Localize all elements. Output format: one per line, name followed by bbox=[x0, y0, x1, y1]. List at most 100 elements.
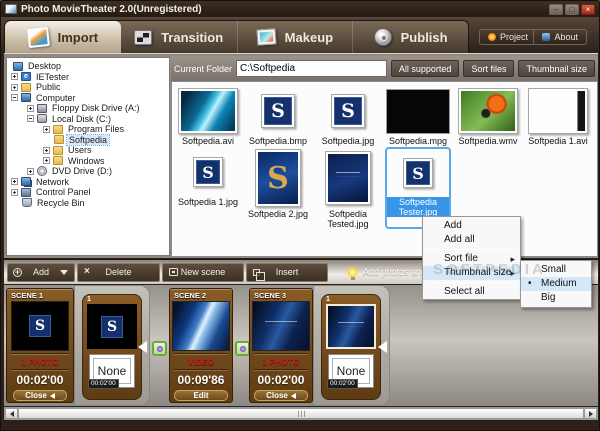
collapse-arrow-icon[interactable] bbox=[378, 341, 387, 353]
file-tile[interactable]: Softpedia.mpg bbox=[383, 86, 453, 146]
tab-publish-label: Publish bbox=[401, 30, 448, 45]
dropdown-arrow-icon[interactable] bbox=[60, 270, 68, 275]
collapse-triangle-icon bbox=[50, 393, 55, 399]
scene3-panel[interactable]: SCENE 3 1 PHOTO 00:02'00 Close bbox=[249, 288, 313, 403]
expander-plus-icon[interactable] bbox=[43, 126, 50, 133]
content-area: Desktop e IETester Public Computer Flopp… bbox=[4, 53, 598, 258]
timeline-scrollbar[interactable] bbox=[4, 407, 598, 420]
delete-button-label: Delete bbox=[105, 267, 131, 277]
file-tile[interactable]: S Softpedia.jpg bbox=[313, 86, 383, 146]
expander-plus-icon[interactable] bbox=[27, 105, 34, 112]
scene2-edit-button[interactable]: Edit bbox=[174, 390, 228, 401]
photo-frame: S bbox=[403, 158, 433, 188]
tree-item-program-files[interactable]: Program Files bbox=[7, 124, 169, 135]
expander-plus-icon[interactable] bbox=[11, 84, 18, 91]
tree-item-ietester[interactable]: e IETester bbox=[7, 72, 169, 83]
insert-icon bbox=[253, 269, 260, 276]
transition-none-box[interactable]: None 00:02'00 bbox=[328, 354, 374, 388]
file-tile[interactable]: S Softpedia 2.jpg bbox=[243, 147, 313, 229]
expander-plus-icon[interactable] bbox=[43, 157, 50, 164]
file-tile[interactable]: S Softpedia.bmp bbox=[243, 86, 313, 146]
tab-import[interactable]: Import bbox=[5, 21, 121, 53]
about-icon bbox=[542, 33, 550, 41]
insert-button[interactable]: Insert bbox=[246, 263, 328, 282]
submenu-item-big[interactable]: Big bbox=[521, 291, 591, 305]
tree-item-local-disk[interactable]: Local Disk (C:) bbox=[7, 114, 169, 125]
expander-plus-icon[interactable] bbox=[27, 168, 34, 175]
delete-button[interactable]: × Delete bbox=[77, 263, 160, 282]
expander-plus-icon[interactable] bbox=[11, 73, 18, 80]
close-button[interactable]: × bbox=[581, 4, 595, 15]
tree-item-computer[interactable]: Computer bbox=[7, 93, 169, 104]
scene2-thumbnail[interactable] bbox=[172, 301, 230, 351]
menu-item-sort-file[interactable]: Sort file bbox=[423, 252, 520, 266]
menu-item-add-all[interactable]: Add all bbox=[423, 233, 520, 247]
photo-frame bbox=[178, 88, 238, 134]
menu-item-thumbnail-size[interactable]: Thumbnail size bbox=[423, 266, 520, 280]
current-folder-input[interactable] bbox=[236, 60, 387, 77]
project-button[interactable]: Project bbox=[479, 29, 537, 45]
expander-minus-icon[interactable] bbox=[27, 115, 34, 122]
scene3-type: 1 PHOTO bbox=[250, 357, 312, 367]
expander-plus-icon[interactable] bbox=[11, 189, 18, 196]
transition-none-box[interactable]: None 00:02'00 bbox=[89, 354, 135, 388]
about-button[interactable]: About bbox=[533, 29, 587, 45]
tab-publish[interactable]: Publish bbox=[352, 21, 468, 53]
maximize-button[interactable]: □ bbox=[565, 4, 579, 15]
tree-item-control-panel[interactable]: Control Panel bbox=[7, 187, 169, 198]
tree-item-floppy[interactable]: Floppy Disk Drive (A:) bbox=[7, 103, 169, 114]
submenu-item-medium[interactable]: Medium bbox=[521, 277, 591, 291]
tree-item-users[interactable]: Users bbox=[7, 145, 169, 156]
sort-files-button[interactable]: Sort files bbox=[463, 60, 514, 77]
tab-makeup[interactable]: Makeup bbox=[237, 21, 353, 53]
photo-frame: S bbox=[261, 94, 295, 128]
file-tile[interactable]: S Softpedia 1.jpg bbox=[173, 147, 243, 229]
minimize-button[interactable]: – bbox=[549, 4, 563, 15]
file-tile[interactable]: Softpedia.avi bbox=[173, 86, 243, 146]
add-button[interactable]: + Add bbox=[7, 263, 75, 282]
scene3-item-thumbnail[interactable] bbox=[326, 304, 376, 349]
scene1-panel[interactable]: SCENE 1 S 1 PHOTO 00:02'00 Close bbox=[6, 288, 74, 403]
tab-transition[interactable]: Transition bbox=[121, 21, 237, 53]
tree-item-dvd[interactable]: DVD Drive (D:) bbox=[7, 166, 169, 177]
item-index: 1 bbox=[83, 295, 141, 304]
tree-item-windows[interactable]: Windows bbox=[7, 156, 169, 167]
expander-plus-icon[interactable] bbox=[43, 147, 50, 154]
menu-item-add[interactable]: Add bbox=[423, 219, 520, 233]
new-scene-button[interactable]: New scene bbox=[162, 263, 244, 282]
transition-icon[interactable] bbox=[152, 341, 167, 356]
expander-plus-icon[interactable] bbox=[11, 178, 18, 185]
transition-icon[interactable] bbox=[235, 341, 250, 356]
file-tile[interactable]: Softpedia.wmv bbox=[453, 86, 523, 146]
file-tile[interactable]: Softpedia Tested.jpg bbox=[313, 147, 383, 229]
thumbnail-size-button[interactable]: Thumbnail size bbox=[518, 60, 595, 77]
file-tile[interactable]: Softpedia 1.avi bbox=[523, 86, 593, 146]
collapse-arrow-icon[interactable] bbox=[138, 341, 147, 353]
scene3-close-button[interactable]: Close bbox=[254, 390, 308, 401]
recycle-bin-icon bbox=[22, 198, 32, 207]
scroll-right-arrow[interactable] bbox=[584, 408, 597, 419]
tree-item-softpedia[interactable]: Softpedia bbox=[7, 135, 169, 146]
scroll-left-arrow[interactable] bbox=[5, 408, 18, 419]
tree-item-network[interactable]: Network bbox=[7, 177, 169, 188]
all-supported-button[interactable]: All supported bbox=[391, 60, 460, 77]
folder-icon bbox=[21, 83, 31, 92]
tree-item-recycle-bin[interactable]: Recycle Bin bbox=[7, 198, 169, 209]
scene3-item-panel[interactable]: 1 None 00:02'00 bbox=[321, 294, 381, 400]
scene3-thumbnail[interactable] bbox=[252, 301, 310, 351]
tree-item-public[interactable]: Public bbox=[7, 82, 169, 93]
scene1-item-thumbnail[interactable]: S bbox=[87, 304, 137, 349]
menu-item-select-all[interactable]: Select all bbox=[423, 285, 520, 299]
scene2-panel[interactable]: SCENE 2 VIDEO 00:09'86 Edit bbox=[169, 288, 233, 403]
right-triangle-icon bbox=[589, 411, 593, 417]
scene1-close-button[interactable]: Close bbox=[13, 390, 67, 401]
scene1-item-panel[interactable]: 1 S None 00:02'00 bbox=[82, 294, 142, 400]
scrollbar-thumb[interactable] bbox=[18, 408, 584, 419]
tree-item-desktop[interactable]: Desktop bbox=[7, 61, 169, 72]
submenu-item-small[interactable]: Small bbox=[521, 263, 591, 277]
expander-minus-icon[interactable] bbox=[11, 94, 18, 101]
separator bbox=[254, 353, 308, 355]
network-icon bbox=[21, 177, 31, 186]
flower-thumbnail bbox=[461, 91, 515, 131]
scene1-thumbnail[interactable]: S bbox=[11, 301, 69, 351]
